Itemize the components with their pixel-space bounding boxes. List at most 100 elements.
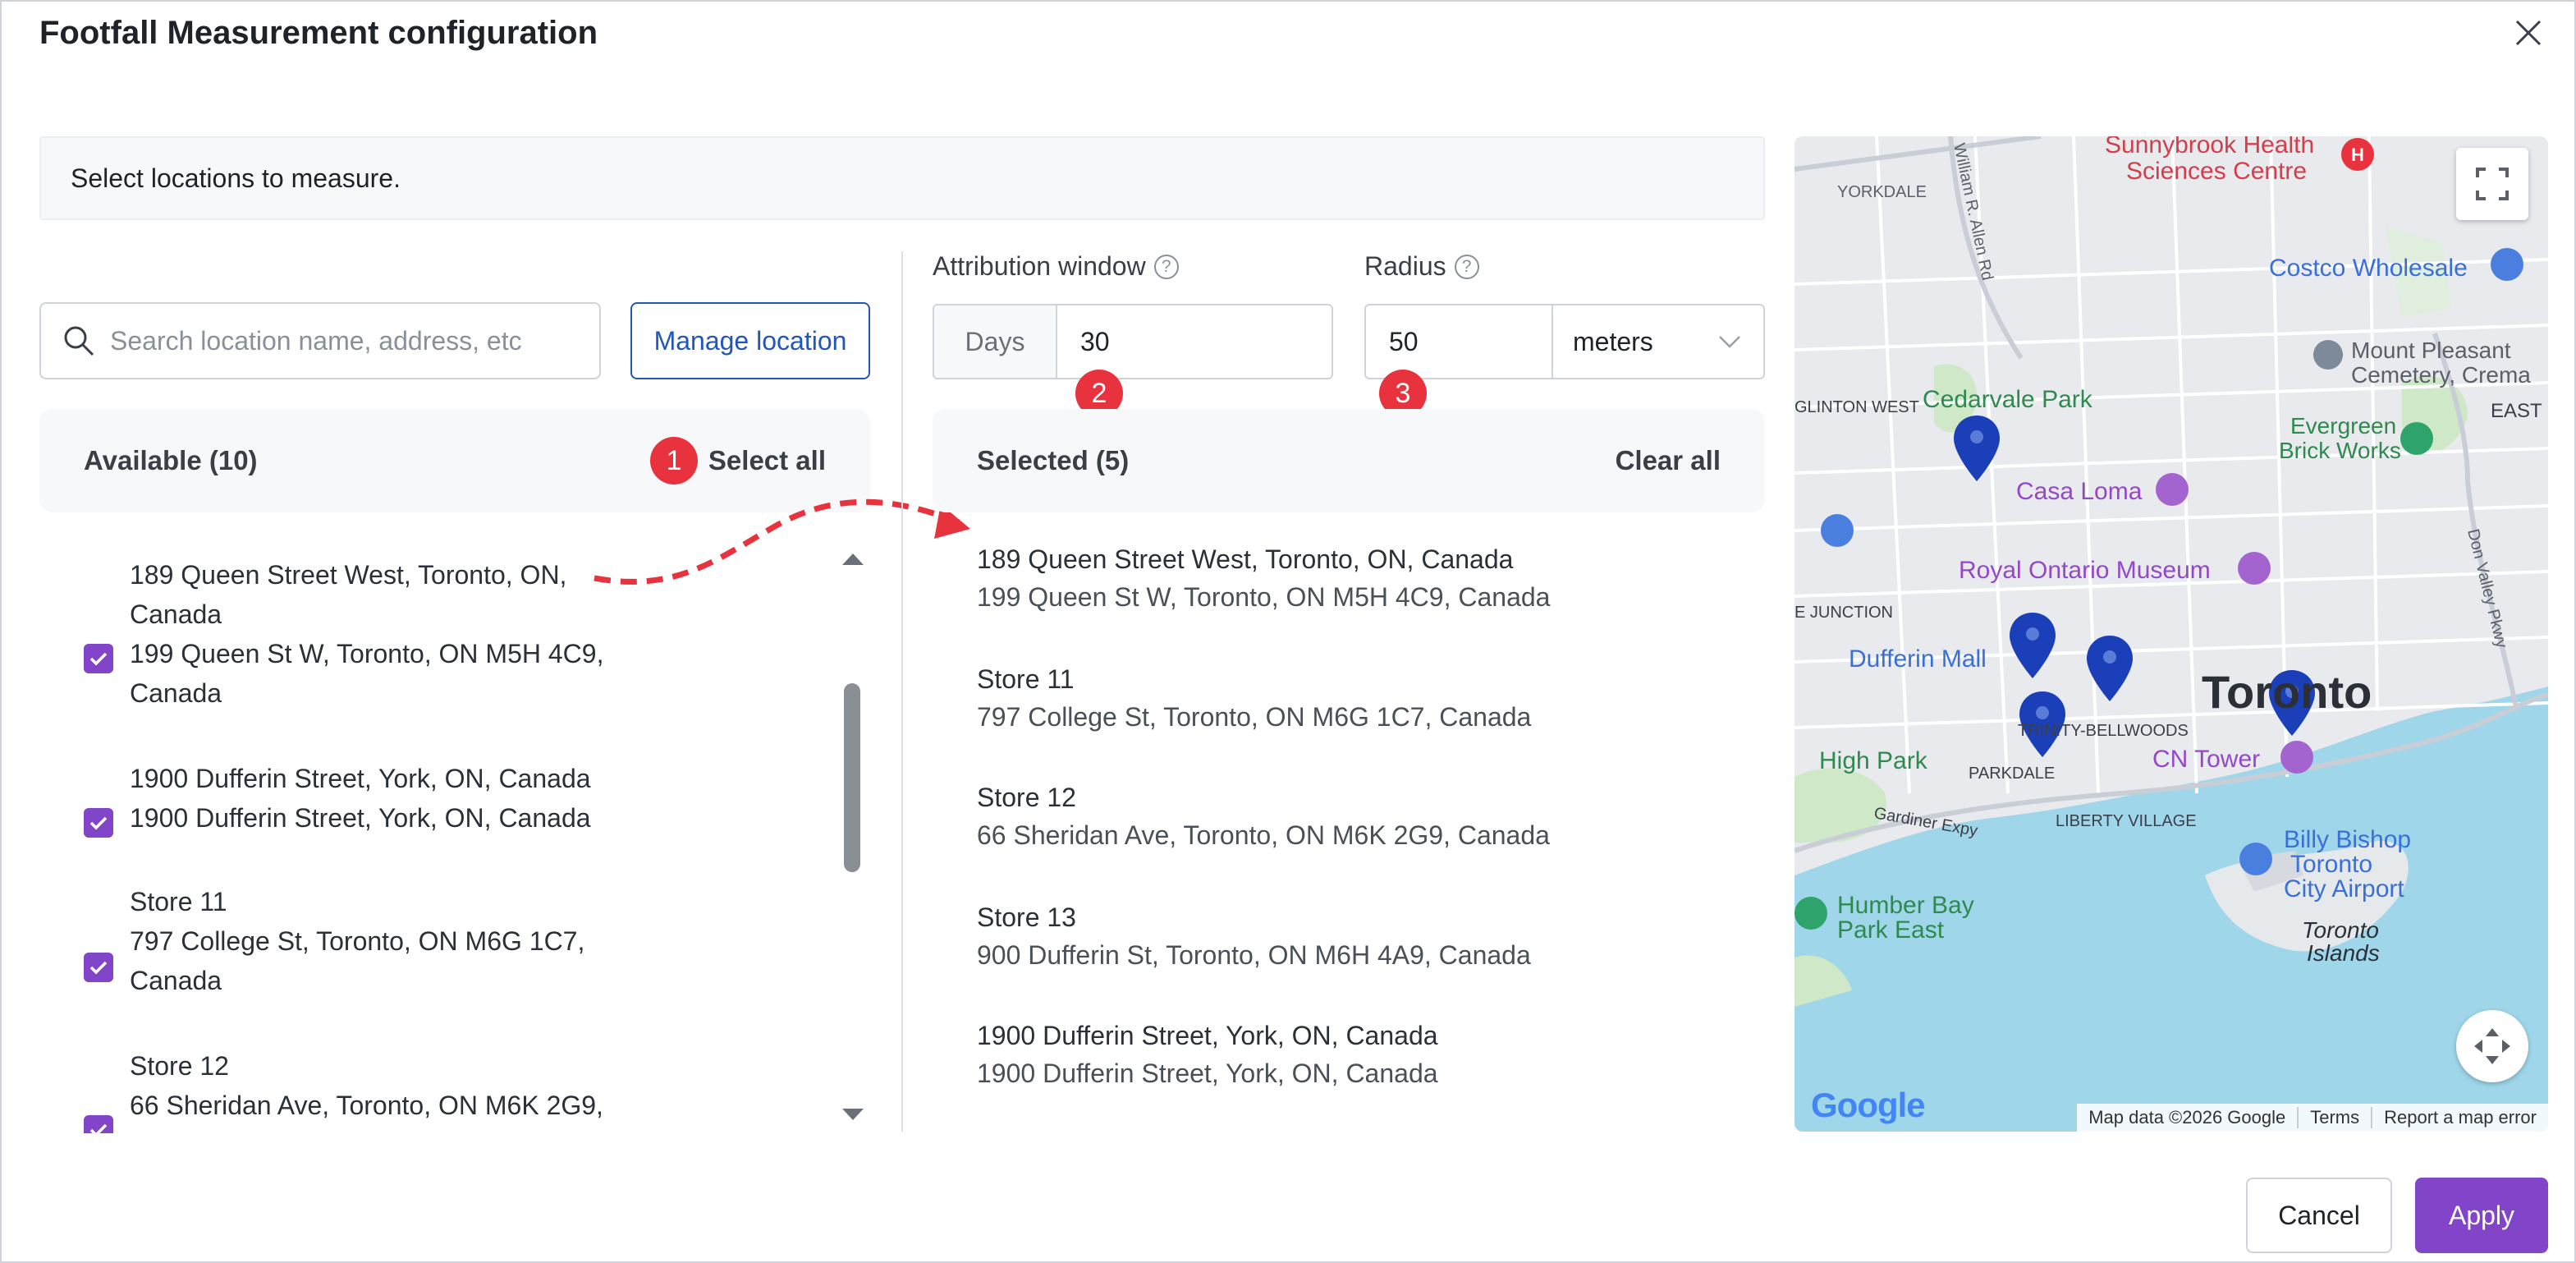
available-list: 189 Queen Street West, Toronto, ON, Cana… bbox=[39, 535, 860, 1133]
available-count-label: Available (10) bbox=[84, 445, 258, 475]
map-label: Mount Pleasant bbox=[2351, 338, 2511, 363]
search-box bbox=[39, 302, 601, 379]
footfall-config-modal: Footfall Measurement configuration Selec… bbox=[0, 0, 2576, 1263]
map-label: Dufferin Mall bbox=[1849, 645, 1987, 673]
map-label: Humber Bay bbox=[1837, 892, 1974, 919]
item-name: Store 11 bbox=[977, 664, 1075, 694]
radius-field: meters bbox=[1364, 304, 1765, 379]
drag-arrow-icon bbox=[594, 498, 970, 585]
map-label: Sciences Centre bbox=[2126, 158, 2307, 185]
item-name: 1900 Dufferin Street, York, ON, Canada bbox=[977, 1021, 1438, 1050]
item-name: 1900 Dufferin Street, York, ON, Canada bbox=[130, 764, 591, 793]
item-address: 900 Dufferin St, Toronto, ON M6H 4A9, Ca… bbox=[977, 940, 1531, 970]
list-item: Store 13 900 Dufferin St, Toronto, ON M6… bbox=[977, 898, 1531, 974]
map-label: CN Tower bbox=[2152, 746, 2260, 773]
report-map-error-link[interactable]: Report a map error bbox=[2371, 1107, 2548, 1128]
map-label: Toronto bbox=[2202, 666, 2372, 718]
checkbox[interactable] bbox=[84, 953, 113, 982]
map-label: Brick Works bbox=[2279, 438, 2401, 463]
fullscreen-button[interactable] bbox=[2456, 148, 2528, 220]
map-label: Royal Ontario Museum bbox=[1959, 557, 2211, 584]
list-item[interactable]: 1900 Dufferin Street, York, ON, Canada 1… bbox=[39, 759, 844, 849]
checkbox[interactable] bbox=[84, 1115, 113, 1133]
item-address: 1900 Dufferin Street, York, ON, Canada bbox=[130, 803, 591, 833]
clear-all-button[interactable]: Clear all bbox=[1616, 445, 1721, 476]
attribution-window-field: Days bbox=[933, 304, 1333, 379]
map-label: EAST bbox=[2491, 400, 2542, 422]
checkbox[interactable] bbox=[84, 644, 113, 673]
map-label: GLINTON WEST bbox=[1794, 398, 1919, 416]
help-icon[interactable]: ? bbox=[1454, 254, 1479, 279]
map-label: High Park bbox=[1819, 747, 1928, 774]
map-label: LIBERTY VILLAGE bbox=[2056, 812, 2197, 830]
map-label: Islands bbox=[2307, 940, 2380, 966]
item-address: 797 College St, Toronto, ON M6G 1C7, Can… bbox=[977, 702, 1532, 732]
check-icon bbox=[89, 961, 108, 975]
item-name: Store 11 bbox=[130, 887, 227, 916]
map-label: E JUNCTION bbox=[1794, 604, 1893, 622]
search-icon bbox=[64, 326, 94, 356]
item-address-line1: 797 College St, Toronto, ON M6G 1C7, bbox=[130, 926, 585, 956]
column-divider bbox=[901, 251, 903, 1132]
terms-link[interactable]: Terms bbox=[2297, 1107, 2371, 1128]
item-name: Store 13 bbox=[977, 902, 1076, 932]
search-input[interactable] bbox=[110, 325, 570, 356]
map-label: Billy Bishop bbox=[2284, 826, 2411, 853]
days-addon: Days bbox=[934, 305, 1057, 378]
checkbox[interactable] bbox=[84, 808, 113, 838]
map-view[interactable]: H Sunnybrook Health Sciences Centre YORK… bbox=[1794, 136, 2548, 1132]
item-name: Store 12 bbox=[130, 1051, 229, 1081]
radius-label: Radius ? bbox=[1364, 251, 1479, 282]
select-all-button[interactable]: Select all bbox=[708, 445, 826, 476]
map-label: Cedarvale Park bbox=[1923, 386, 2093, 413]
map-label: PARKDALE bbox=[1969, 765, 2055, 783]
manage-location-button[interactable]: Manage location bbox=[630, 302, 870, 379]
map-canvas[interactable]: H Sunnybrook Health Sciences Centre YORK… bbox=[1794, 136, 2548, 1132]
fullscreen-icon bbox=[2476, 168, 2509, 200]
map-label: YORKDALE bbox=[1837, 183, 1927, 201]
radius-label-text: Radius bbox=[1364, 251, 1446, 281]
attribution-window-label-text: Attribution window bbox=[933, 251, 1146, 281]
list-item: Store 11 797 College St, Toronto, ON M6G… bbox=[977, 660, 1531, 736]
item-name: 189 Queen Street West, Toronto, ON, Cana… bbox=[977, 544, 1514, 574]
callout-badge-1: 1 bbox=[650, 437, 698, 485]
map-label: Park East bbox=[1837, 916, 1945, 944]
chevron-down-icon bbox=[1719, 336, 1740, 348]
map-label: Toronto bbox=[2290, 851, 2372, 878]
item-address-line2: Canada bbox=[130, 678, 222, 708]
google-logo: Google bbox=[1811, 1086, 1926, 1125]
map-label: Toronto bbox=[2302, 917, 2379, 943]
map-data-text: Map data ©2026 Google bbox=[2088, 1107, 2286, 1128]
list-item[interactable]: Store 12 66 Sheridan Ave, Toronto, ON M6… bbox=[39, 1046, 844, 1133]
attribution-window-input[interactable] bbox=[1057, 305, 1328, 378]
list-item: Store 12 66 Sheridan Ave, Toronto, ON M6… bbox=[977, 778, 1550, 854]
radius-unit-select[interactable]: meters bbox=[1553, 305, 1763, 378]
map-label: TRINITY-BELLWOODS bbox=[2018, 722, 2189, 740]
map-label: Cemetery, Crema bbox=[2351, 362, 2531, 388]
item-address-line2: Canada bbox=[130, 966, 222, 995]
map-attribution: Map data ©2026 Google Terms Report a map… bbox=[2077, 1104, 2548, 1132]
check-icon bbox=[89, 816, 108, 830]
help-icon[interactable]: ? bbox=[1153, 254, 1179, 279]
map-camera-control-button[interactable] bbox=[2456, 1010, 2528, 1082]
cancel-button[interactable]: Cancel bbox=[2246, 1178, 2392, 1253]
attribution-window-label: Attribution window ? bbox=[933, 251, 1179, 282]
scroll-down-icon[interactable] bbox=[842, 1109, 864, 1120]
scrollbar-thumb[interactable] bbox=[844, 683, 860, 872]
modal-title: Footfall Measurement configuration bbox=[39, 15, 598, 51]
map-label: Evergreen bbox=[2290, 413, 2396, 439]
map-label: City Airport bbox=[2284, 875, 2404, 902]
list-item[interactable]: Store 11 797 College St, Toronto, ON M6G… bbox=[39, 882, 844, 1013]
move-arrows-icon bbox=[2474, 1028, 2510, 1064]
item-address: 66 Sheridan Ave, Toronto, ON M6K 2G9, Ca… bbox=[977, 820, 1550, 850]
item-address-line1: 199 Queen St W, Toronto, ON M5H 4C9, bbox=[130, 639, 604, 668]
instruction-banner: Select locations to measure. bbox=[39, 136, 1765, 220]
google-logo-text: Google bbox=[1811, 1086, 1926, 1124]
instruction-text: Select locations to measure. bbox=[71, 163, 401, 193]
check-icon bbox=[89, 1123, 108, 1133]
radius-input[interactable] bbox=[1366, 305, 1553, 378]
map-label: Costco Wholesale bbox=[2269, 255, 2468, 282]
apply-button[interactable]: Apply bbox=[2415, 1178, 2548, 1253]
close-button[interactable] bbox=[2509, 13, 2548, 53]
close-icon bbox=[2515, 20, 2542, 46]
